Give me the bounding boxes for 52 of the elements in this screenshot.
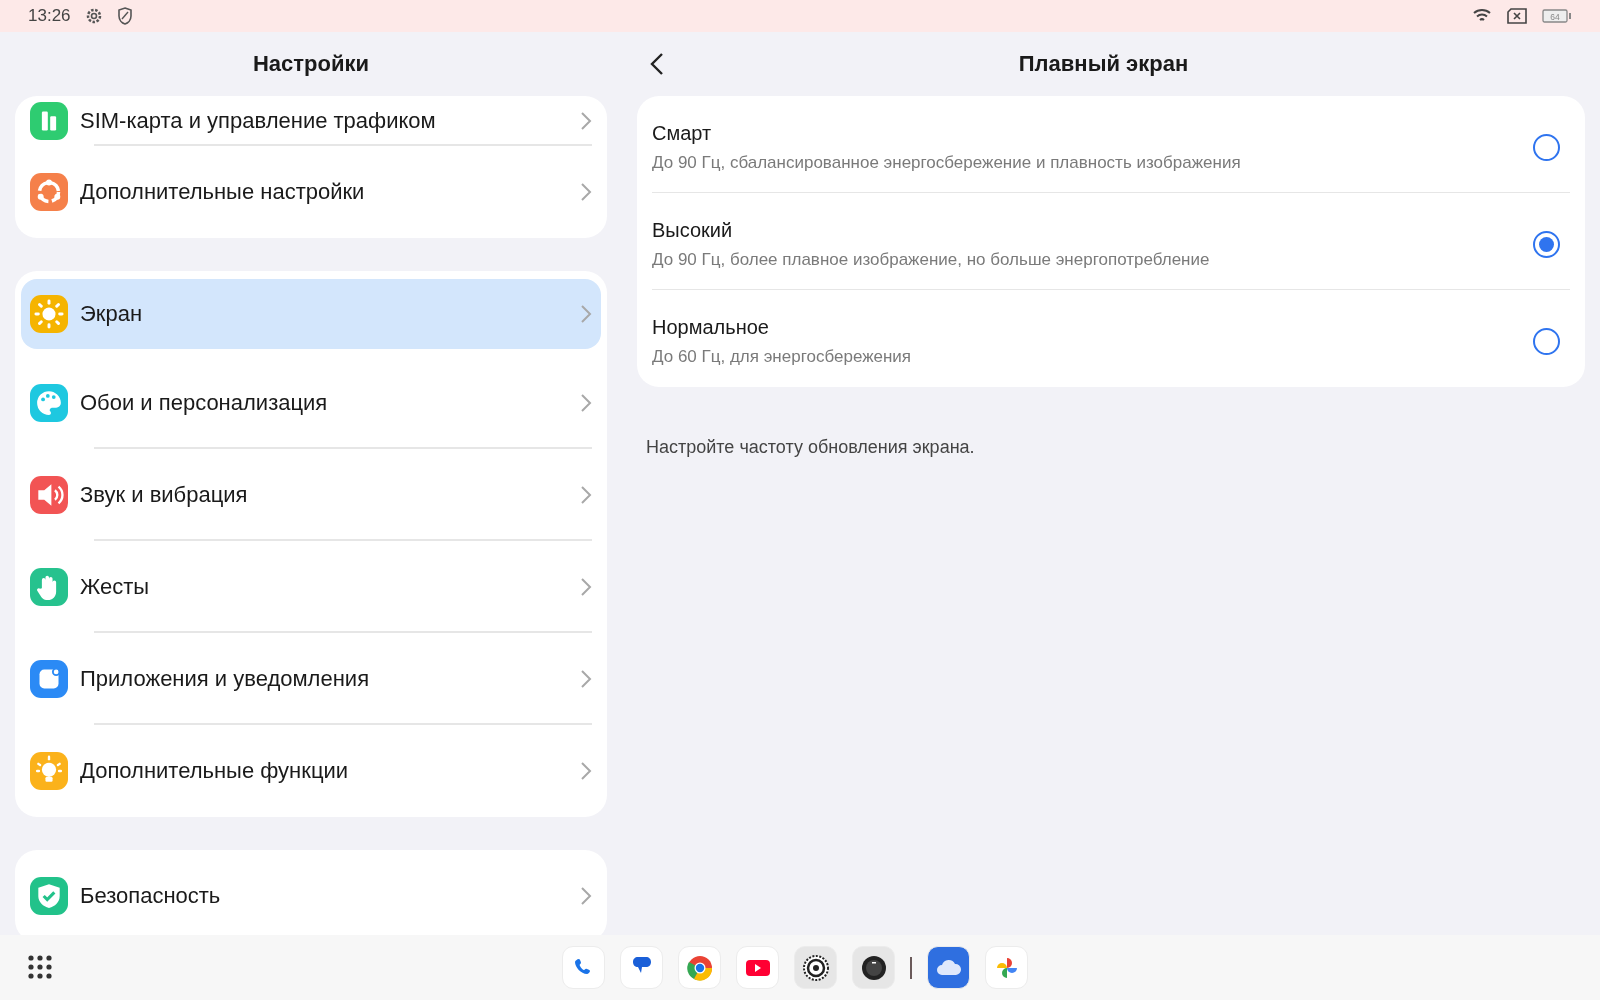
chevron-right-icon [580,577,592,597]
shield-icon [116,7,133,25]
camera-lens-icon[interactable] [852,946,895,989]
pinwheel-icon[interactable] [985,946,1028,989]
sun-icon [30,295,68,333]
chevron-right-icon [580,761,592,781]
option-description: До 90 Гц, сбалансированное энергосбережение и плавность изображения [652,153,1242,173]
app-notification-icon [30,660,68,698]
settings-item[interactable]: Жесты [21,541,601,633]
chevron-right-icon [580,182,592,202]
phone-icon[interactable] [562,946,605,989]
chevron-right-icon [580,669,592,689]
cycle-icon [30,173,68,211]
option-title: Нормальное [652,316,770,339]
radio-button[interactable] [1533,328,1560,355]
chevron-right-icon [580,485,592,505]
option-description: До 60 Гц, для энергосбережения [652,347,913,367]
settings-title: Настройки [252,51,370,77]
option-description: До 90 Гц, более плавное изображение, но больше энергопотребление [652,250,1211,270]
option-title: Смарт [652,122,713,145]
option-title: Высокий [652,219,734,242]
gear-icon [84,7,103,25]
radio-button[interactable] [1533,231,1560,258]
footnote-text: Настройте частоту обновления экрана. [646,437,976,458]
chevron-right-icon [580,111,592,131]
lightbulb-icon [30,752,68,790]
wifi-icon [1472,8,1492,24]
browser-icon[interactable] [678,946,721,989]
settings-item[interactable]: Дополнительные настройки [21,146,601,238]
radio-button[interactable] [1533,134,1560,161]
clock-time: 13:26 [28,6,71,26]
settings-item[interactable]: SIM-карта и управление трафиком [21,96,601,146]
settings-item[interactable]: Обои и персонализация [21,357,601,449]
page-title: Плавный экран [1018,51,1189,77]
chevron-right-icon [580,304,592,324]
cloud-icon[interactable] [927,946,970,989]
play-icon[interactable] [736,946,779,989]
settings-item[interactable]: Приложения и уведомления [21,633,601,725]
chevron-right-icon [580,886,592,906]
palette-icon [30,384,68,422]
settings-item[interactable]: Дополнительные функции [21,725,601,817]
app-grid-icon[interactable] [28,955,52,979]
sim-card-icon [30,102,68,140]
shield-check-icon [30,877,68,915]
speaker-icon [30,476,68,514]
settings-item[interactable]: Звук и вибрация [21,449,601,541]
settings-item[interactable]: Экран [21,279,601,349]
gear-icon[interactable] [794,946,837,989]
chevron-right-icon [580,393,592,413]
hand-icon [30,568,68,606]
chat-bubble-icon[interactable] [620,946,663,989]
sim-missing-icon [1506,8,1528,24]
